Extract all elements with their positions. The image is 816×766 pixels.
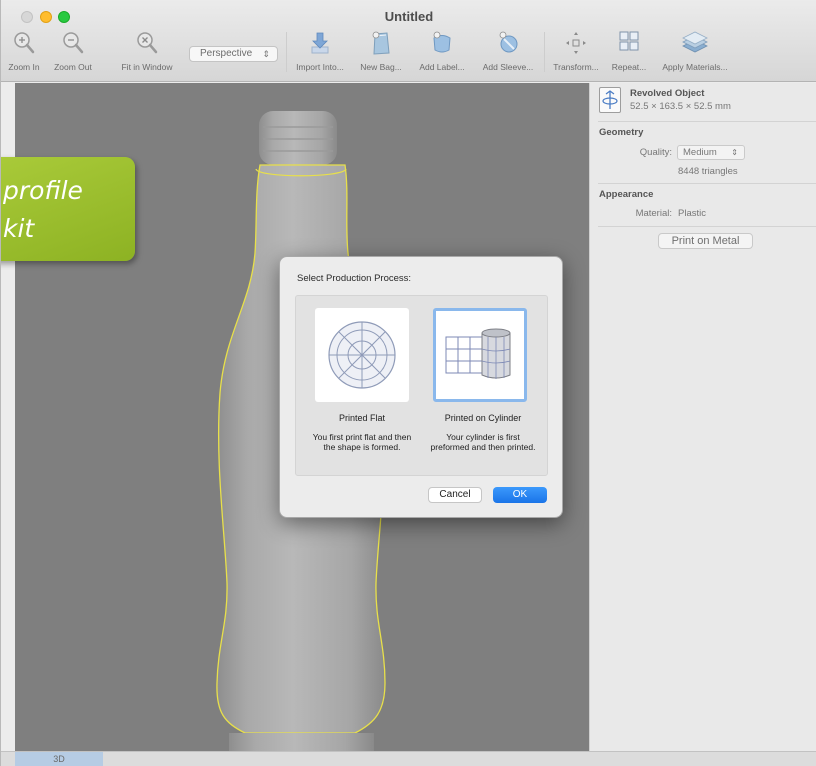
fit-window-icon [137,32,158,54]
apply-materials-tool[interactable]: Apply Materials... [655,30,735,76]
repeat-tool[interactable]: Repeat... [609,30,649,76]
view-mode-popup[interactable]: Perspective ⇕ [189,46,278,62]
object-name: Revolved Object [630,88,705,99]
divider [598,226,816,227]
bottom-bar: 3D [1,751,816,766]
zoom-in-tool[interactable]: Zoom In [5,30,43,76]
tab-3d[interactable]: 3D [15,752,103,766]
printed-on-cylinder-option[interactable] [433,308,527,402]
material-value: Plastic [678,208,706,219]
quality-value: Medium [683,147,717,158]
object-dimensions: 52.5 × 163.5 × 52.5 mm [630,101,731,112]
process-options-box: Printed Flat You first print flat and th… [295,295,548,476]
import-into-tool[interactable]: Import Into... [293,30,347,76]
window-title: Untitled [384,9,434,24]
add-label-label: Add Label... [419,62,465,72]
title-bar-toolbar: Untitled Zoom In Zoom Out Fit in Window … [1,0,816,82]
triangle-count: 8448 triangles [678,166,738,177]
import-arrow-icon [311,32,329,54]
apply-materials-label: Apply Materials... [662,62,728,72]
production-process-dialog: Select Production Process: Printed Flat … [279,256,563,518]
dialog-title: Select Production Process: [297,273,412,284]
cancel-button[interactable]: Cancel [428,487,482,503]
zoom-out-icon [63,32,84,54]
transform-icon [566,32,586,54]
popup-chevron-icon: ⇕ [262,49,270,59]
materials-stack-icon [682,31,708,53]
bag-icon [372,31,390,55]
zoom-in-icon [14,32,35,54]
revolved-object-icon [599,87,621,113]
popup-chevron-icon: ⇕ [731,148,738,157]
callout-text: profile kit [3,176,83,243]
geometry-section-title: Geometry [599,127,644,138]
ok-button[interactable]: OK [493,487,547,503]
printed-on-cylinder-description: Your cylinder is first preformed and the… [430,432,536,452]
add-sleeve-label: Add Sleeve... [482,62,534,72]
cylinder-grid-icon [445,328,511,379]
repeat-grid-icon [619,31,639,51]
transform-label: Transform... [553,62,599,72]
printed-flat-title: Printed Flat [338,413,386,423]
label-icon [433,31,451,53]
divider [598,183,816,184]
fit-in-window-label: Fit in Window [121,62,173,72]
toolbar-separator [544,32,545,72]
printed-flat-description: You first print flat and then the shape … [312,432,412,452]
zoom-out-tool[interactable]: Zoom Out [50,30,96,76]
zoom-in-label: Zoom In [8,62,40,72]
flat-disc-icon [328,321,396,389]
print-on-metal-button[interactable]: Print on Metal [658,233,753,249]
printed-flat-option[interactable] [315,308,409,402]
material-label: Material: [635,208,672,219]
sleeve-icon [499,31,518,53]
import-into-label: Import Into... [296,62,344,72]
new-bag-tool[interactable]: New Bag... [358,30,404,76]
printed-on-cylinder-title: Printed on Cylinder [444,413,522,423]
divider [598,121,816,122]
toolbar-separator [286,32,287,72]
quality-label: Quality: [639,147,672,158]
repeat-label: Repeat... [611,62,647,72]
transform-tool[interactable]: Transform... [551,30,601,76]
view-mode-value: Perspective [200,48,253,59]
quality-popup[interactable]: Medium ⇕ [677,145,745,160]
zoom-out-label: Zoom Out [54,62,92,72]
inspector-panel: Revolved Object 52.5 × 163.5 × 52.5 mm G… [589,83,816,751]
appearance-section-title: Appearance [599,189,654,200]
profile-kit-callout: profile kit [1,157,135,261]
new-bag-label: New Bag... [360,62,402,72]
fit-in-window-tool[interactable]: Fit in Window [107,30,187,76]
add-sleeve-tool[interactable]: Add Sleeve... [478,30,538,76]
add-label-tool[interactable]: Add Label... [414,30,470,76]
app-window: Untitled Zoom In Zoom Out Fit in Window … [0,0,816,766]
